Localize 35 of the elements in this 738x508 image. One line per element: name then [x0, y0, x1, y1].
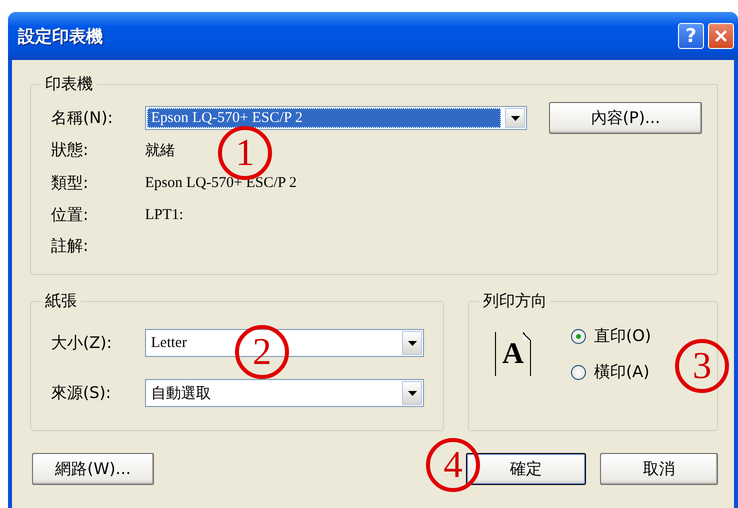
field-label: 名稱(N):: [51, 108, 114, 128]
info-label: 類型:: [51, 172, 90, 194]
field-label: 來源(S):: [51, 382, 112, 404]
window-title: 設定印表機: [18, 26, 104, 48]
radio-button[interactable]: [571, 364, 586, 380]
dropdown-arrow-icon: [408, 340, 416, 346]
field-label: 大小(Z):: [51, 332, 113, 354]
dropdown-arrow-icon: [510, 116, 520, 120]
dropdown-arrow-icon: [408, 390, 416, 396]
help-button[interactable]: ?: [678, 23, 704, 49]
dialog-button[interactable]: 確定: [466, 453, 586, 485]
info-label: 位置:: [51, 205, 90, 226]
annotation-number: 3: [675, 339, 729, 393]
dialog-button[interactable]: 取消: [600, 453, 718, 485]
properties-button[interactable]: 內容(P)...: [549, 102, 702, 134]
annotation-number: 2: [235, 325, 289, 379]
close-icon: [714, 29, 728, 43]
info-label: 狀態:: [51, 140, 90, 161]
info-value: LPT1:: [145, 207, 184, 224]
dialog-button[interactable]: 網路(W)...: [32, 453, 154, 485]
dropdown-button[interactable]: [505, 108, 525, 128]
group-label: 紙張: [44, 291, 78, 312]
radio-label: 直印(O): [594, 326, 652, 346]
dropdown-button[interactable]: [402, 381, 422, 405]
info-label: 註解:: [51, 236, 90, 257]
printer-name-dropdown[interactable]: Epson LQ-570+ ESC/P 2: [145, 106, 527, 130]
radio-label: 橫印(A): [594, 362, 650, 382]
info-value: 就緒: [145, 142, 175, 160]
group-label: 列印方向: [482, 291, 548, 312]
close-button[interactable]: [708, 23, 734, 49]
dropdown[interactable]: 自動選取: [145, 379, 424, 407]
annotation-number: 4: [426, 438, 480, 492]
group-label: 印表機: [44, 74, 94, 95]
radio-button[interactable]: [571, 328, 586, 344]
dropdown-button[interactable]: [402, 331, 422, 355]
